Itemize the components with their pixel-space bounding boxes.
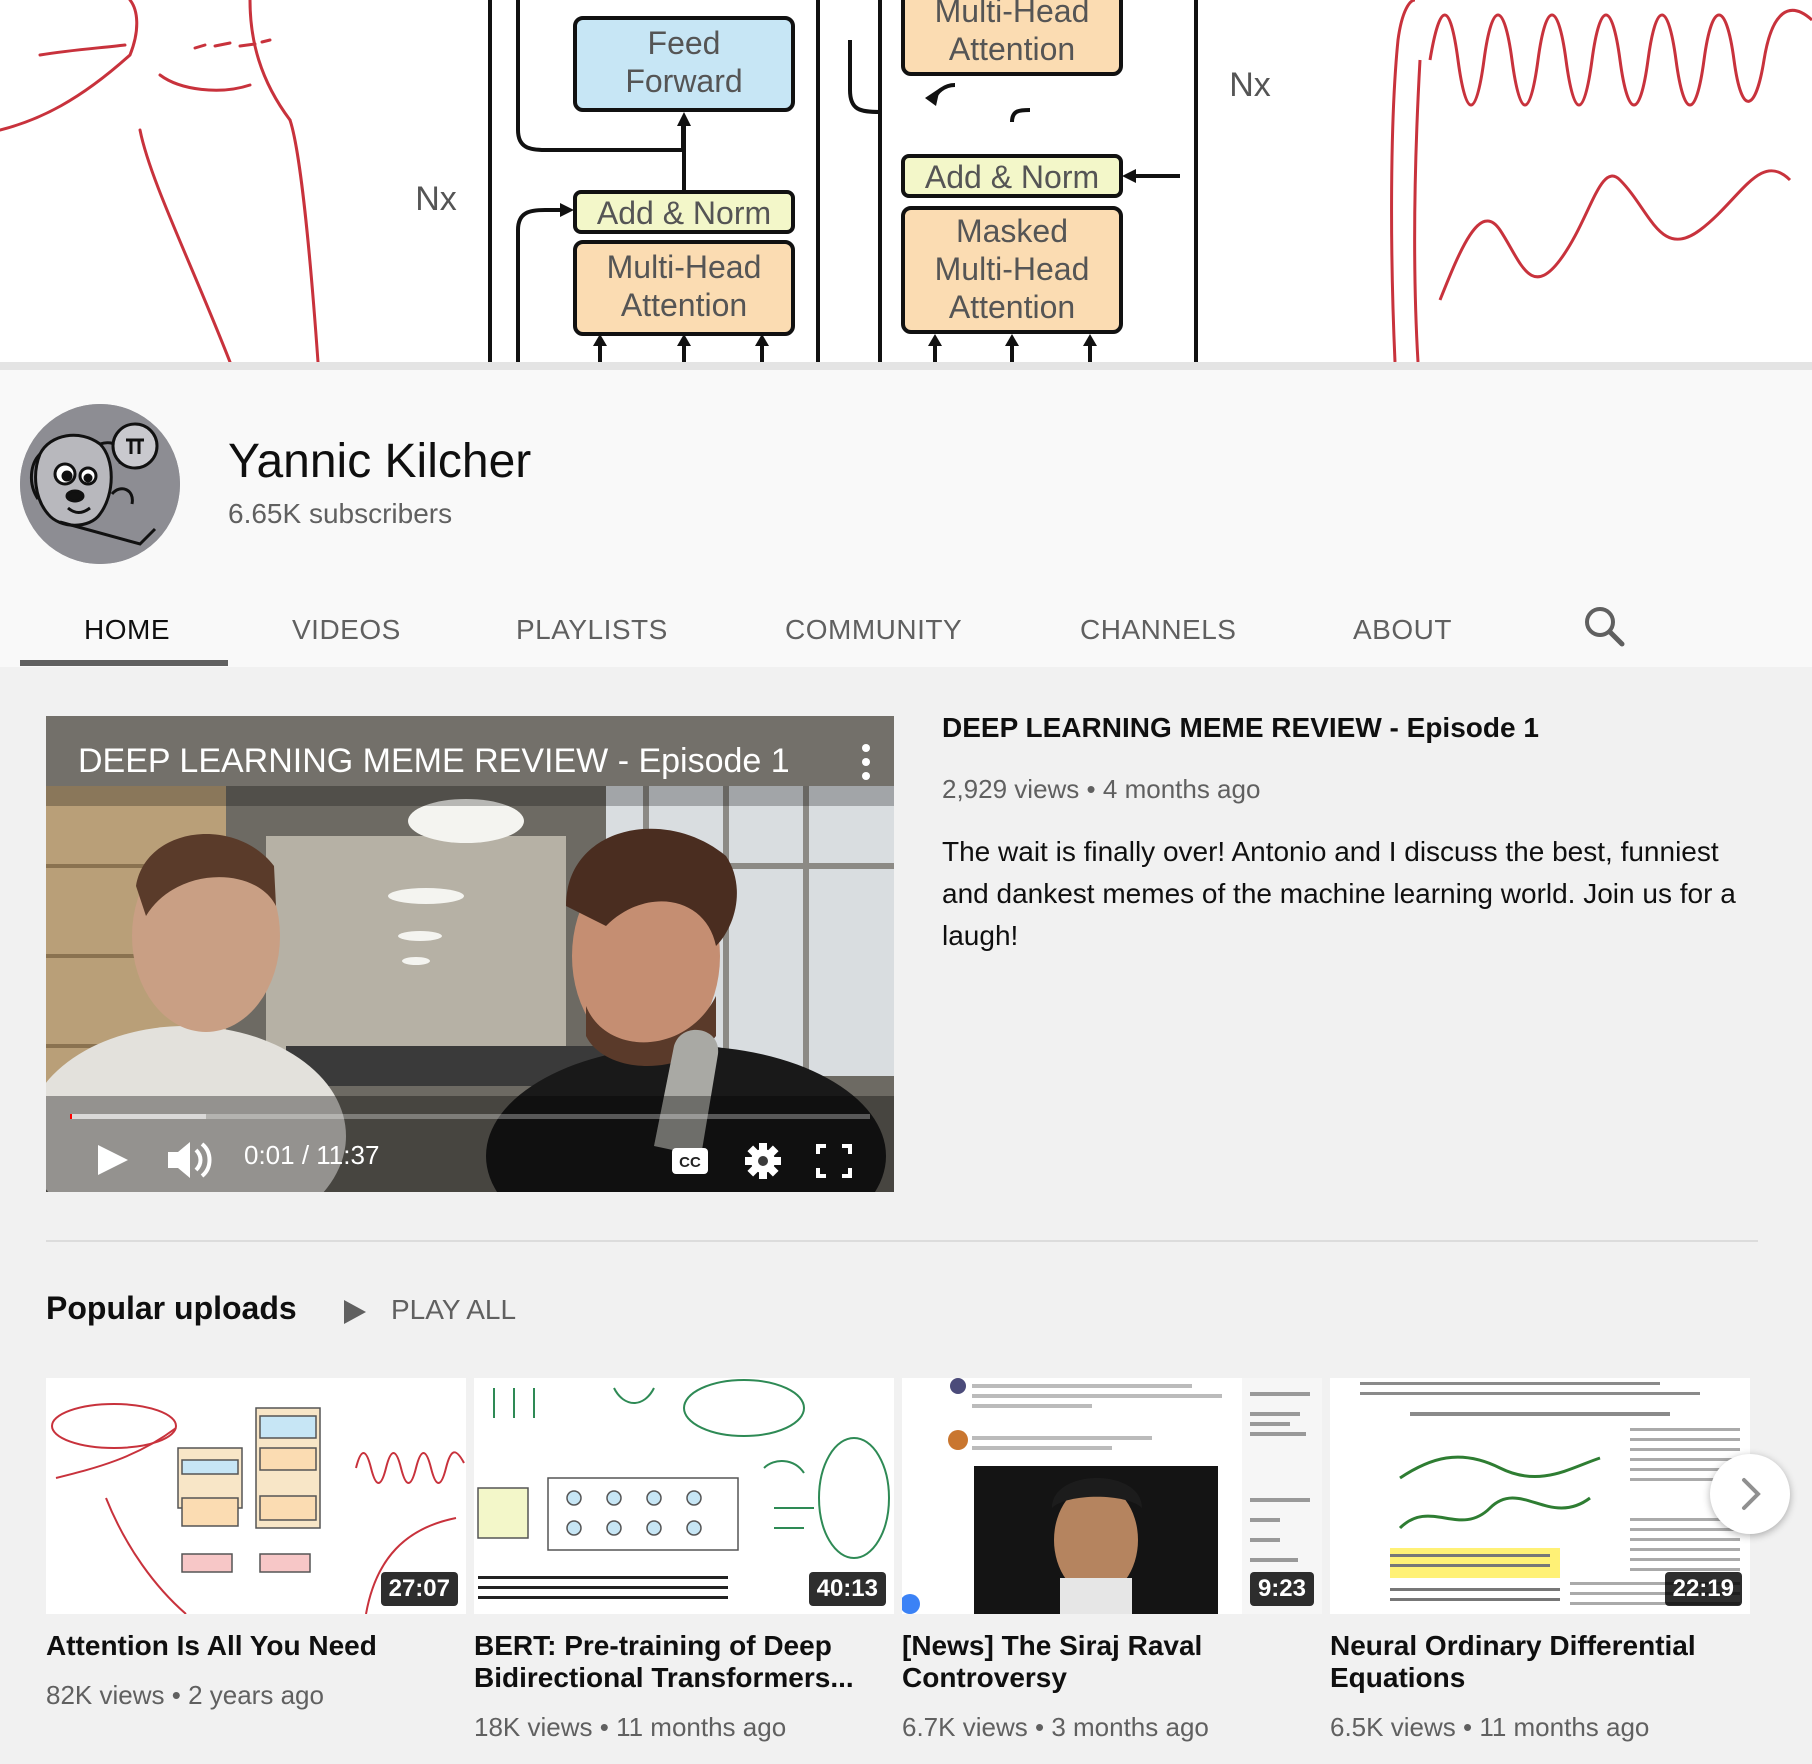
tab-about[interactable]: ABOUT	[1353, 568, 1452, 667]
svg-text:Multi-Head: Multi-Head	[935, 0, 1090, 29]
player-more-button[interactable]	[854, 742, 878, 782]
video-title[interactable]: Attention Is All You Need	[46, 1630, 456, 1662]
banner-bottom-edge	[0, 362, 1812, 370]
svg-text:Multi-Head: Multi-Head	[935, 251, 1090, 287]
channel-search-button[interactable]	[1576, 598, 1636, 658]
video-meta: 18K views • 11 months ago	[474, 1712, 786, 1743]
progress-buffer	[70, 1114, 206, 1119]
tab-videos[interactable]: VIDEOS	[292, 568, 401, 667]
tab-home[interactable]: HOME	[84, 568, 170, 667]
meta-separator: •	[1086, 774, 1096, 804]
banner-label-nx-left: Nx	[415, 180, 457, 218]
video-upload-age: 11 months ago	[1479, 1712, 1650, 1742]
video-duration: 27:07	[380, 1572, 458, 1606]
section-divider	[46, 1240, 1758, 1242]
video-upload-age: 3 months ago	[1051, 1712, 1209, 1742]
video-title[interactable]: [News] The Siraj Raval Controversy	[902, 1630, 1312, 1694]
featured-video-info: DEEP LEARNING MEME REVIEW - Episode 1 2,…	[942, 712, 1762, 957]
settings-button[interactable]	[740, 1130, 786, 1190]
video-duration: 9:23	[1249, 1572, 1314, 1606]
video-duration: 40:13	[808, 1572, 886, 1606]
video-title[interactable]: BERT: Pre-training of Deep Bidirectional…	[474, 1630, 884, 1694]
video-meta: 6.5K views • 11 months ago	[1330, 1712, 1649, 1743]
video-frame	[46, 716, 894, 1192]
subscriber-count: 6.65K subscribers	[228, 498, 453, 529]
svg-text:Multi-Head: Multi-Head	[607, 249, 762, 285]
meta-separator: •	[1034, 1712, 1045, 1742]
banner-label-nx-right: Nx	[1229, 66, 1271, 104]
tab-channels[interactable]: CHANNELS	[1080, 568, 1236, 667]
video-view-count: 6.5K views	[1330, 1712, 1456, 1742]
featured-video-description: The wait is finally over! Antonio and I …	[942, 836, 1736, 951]
svg-text:Attention: Attention	[621, 287, 747, 323]
shelf-next-button[interactable]	[1710, 1454, 1790, 1534]
video-upload-age: 11 months ago	[616, 1712, 787, 1742]
banner-block-add-norm-left: Add & Norm	[597, 195, 771, 231]
video-meta: 82K views • 2 years ago	[46, 1680, 324, 1711]
featured-video-meta: 2,929 views • 4 months ago	[942, 774, 1762, 805]
video-meta: 6.7K views • 3 months ago	[902, 1712, 1209, 1743]
time-display: 0:01 / 11:37	[244, 1140, 380, 1170]
player-overlay-title[interactable]: DEEP LEARNING MEME REVIEW - Episode 1	[78, 742, 790, 781]
search-icon	[1585, 607, 1625, 647]
video-upload-age: 2 years ago	[188, 1680, 324, 1710]
closed-captions-icon: CC	[672, 1148, 708, 1174]
meta-separator: •	[171, 1680, 181, 1710]
svg-text:Forward: Forward	[625, 63, 742, 99]
banner-artwork: Feed Forward Add & Norm Multi-Head Atten…	[0, 0, 1812, 362]
banner-block-feed-forward: Feed	[648, 25, 721, 61]
progress-bar[interactable]	[70, 1114, 870, 1119]
featured-view-count: 2,929 views	[942, 774, 1080, 804]
svg-text:Masked: Masked	[956, 213, 1068, 249]
dog-avatar-icon	[20, 404, 180, 564]
meta-separator: •	[1462, 1712, 1473, 1742]
svg-text:Attention: Attention	[949, 31, 1075, 67]
video-title[interactable]: Neural Ordinary Differential Equations	[1330, 1630, 1740, 1694]
mute-button[interactable]	[164, 1130, 218, 1190]
svg-text:Attention: Attention	[949, 289, 1075, 325]
gear-icon	[745, 1143, 781, 1179]
active-tab-indicator	[20, 660, 228, 666]
featured-upload-age: 4 months ago	[1102, 774, 1261, 804]
video-view-count: 6.7K views	[902, 1712, 1028, 1742]
chevron-right-icon	[1742, 1478, 1761, 1510]
svg-text:CC: CC	[679, 1154, 701, 1171]
meta-separator: •	[599, 1712, 609, 1742]
fullscreen-button[interactable]	[812, 1130, 856, 1190]
captions-button[interactable]: CC	[668, 1130, 712, 1190]
video-view-count: 82K views	[46, 1680, 165, 1710]
play-button[interactable]	[90, 1130, 140, 1190]
video-thumbnail[interactable]: 40:13	[474, 1378, 894, 1614]
video-view-count: 18K views	[474, 1712, 593, 1742]
video-duration: 22:19	[1664, 1572, 1742, 1606]
channel-tabs: HOME VIDEOS PLAYLISTS COMMUNITY CHANNELS…	[20, 568, 1810, 667]
channel-name: Yannic Kilcher	[228, 435, 532, 488]
play-icon	[344, 1300, 366, 1324]
tab-community[interactable]: COMMUNITY	[785, 568, 962, 667]
video-thumbnail[interactable]: 9:23	[902, 1378, 1322, 1614]
featured-video-title[interactable]: DEEP LEARNING MEME REVIEW - Episode 1	[942, 712, 1762, 744]
play-icon	[98, 1145, 128, 1175]
volume-icon	[168, 1142, 212, 1178]
banner-block-add-norm-right: Add & Norm	[925, 159, 1099, 195]
video-thumbnail[interactable]: 27:07	[46, 1378, 466, 1614]
play-all-label: PLAY ALL	[391, 1294, 517, 1325]
more-vert-icon	[862, 744, 870, 780]
featured-video-player[interactable]: DEEP LEARNING MEME REVIEW - Episode 1 0:…	[46, 716, 894, 1192]
fullscreen-icon	[816, 1144, 852, 1178]
video-thumbnail[interactable]: 22:19	[1330, 1378, 1750, 1614]
progress-played	[70, 1114, 72, 1119]
channel-banner: Feed Forward Add & Norm Multi-Head Atten…	[0, 0, 1812, 362]
shelf-title[interactable]: Popular uploads	[46, 1290, 297, 1327]
channel-header: Yannic Kilcher 6.65K subscribers HOME VI…	[0, 370, 1812, 667]
channel-avatar[interactable]	[20, 404, 180, 564]
tab-playlists[interactable]: PLAYLISTS	[516, 568, 668, 667]
